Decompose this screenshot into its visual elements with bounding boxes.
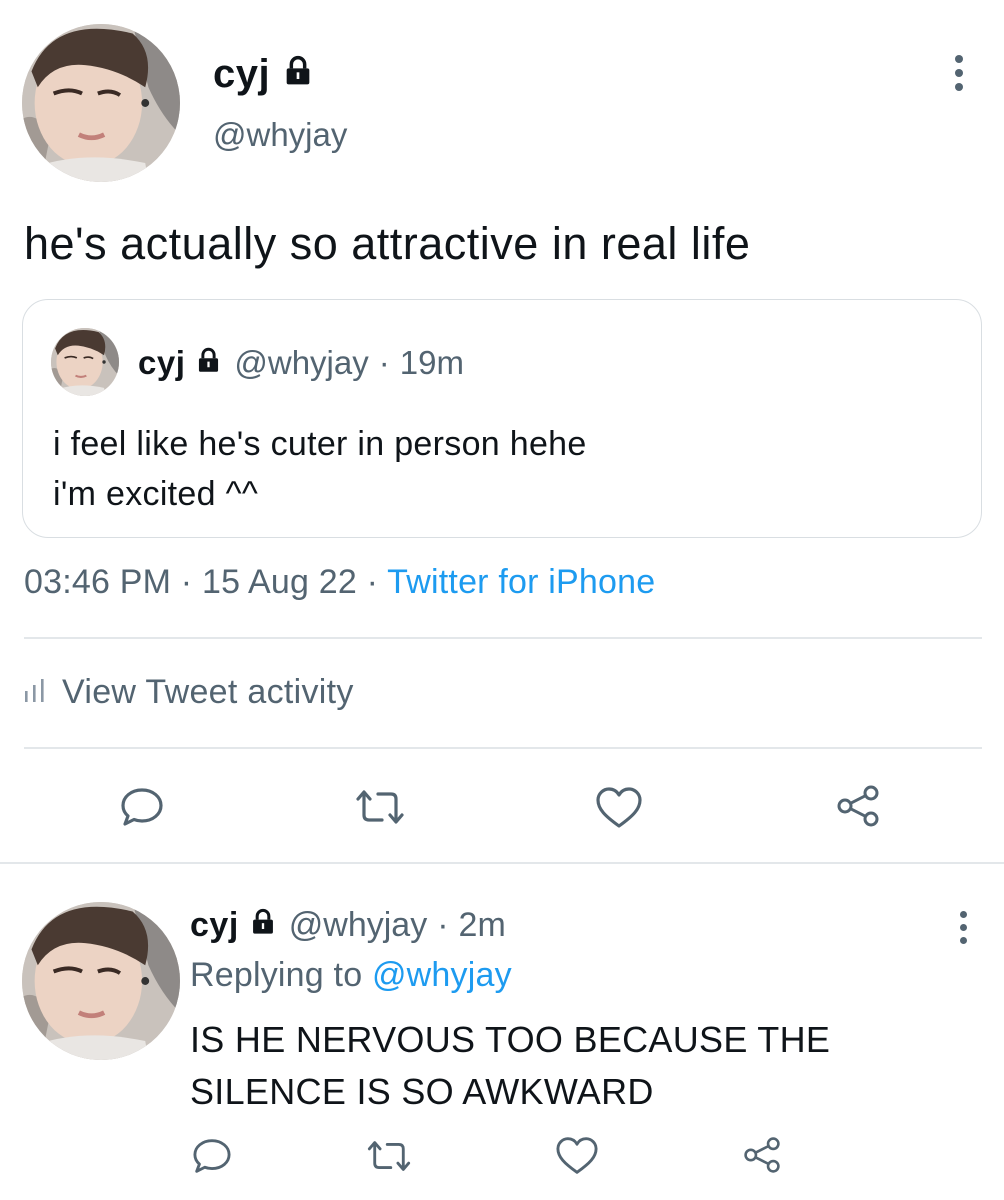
reply-reply-button[interactable]	[190, 1136, 234, 1176]
author-handle[interactable]: @whyjay	[213, 116, 347, 154]
replying-to-mention[interactable]: @whyjay	[372, 956, 512, 994]
separator: ·	[366, 563, 379, 601]
tweet-meta: 03:46 PM · 15 Aug 22 · Twitter for iPhon…	[24, 563, 655, 602]
reply-text-line-1: IS HE NERVOUS TOO BECAUSE THE	[190, 1019, 831, 1060]
lock-icon	[195, 344, 222, 382]
author-avatar[interactable]	[22, 24, 180, 182]
retweet-icon	[356, 790, 404, 824]
more-options-button[interactable]	[955, 55, 963, 91]
view-tweet-activity-link[interactable]: View Tweet activity	[24, 673, 354, 712]
replying-to-prefix: Replying to	[190, 956, 363, 994]
reply-author-avatar[interactable]	[22, 902, 180, 1060]
tweet-source-link[interactable]: Twitter for iPhone	[387, 563, 655, 601]
lock-icon	[282, 52, 314, 97]
author-display-name[interactable]: cyj	[213, 52, 270, 97]
reply-author-name[interactable]: cyj	[190, 906, 239, 945]
lock-icon	[249, 906, 277, 945]
reply-author-avatar-image	[22, 902, 180, 1060]
divider	[24, 637, 982, 639]
quoted-tweet-age: 19m	[399, 344, 464, 381]
separator: ·	[180, 563, 193, 601]
like-button[interactable]	[594, 785, 644, 831]
tweet-time: 03:46 PM	[24, 563, 172, 601]
retweet-button[interactable]	[350, 785, 410, 829]
author-avatar-image	[22, 24, 180, 182]
reply-header: cyj @whyjay · 2m	[190, 906, 506, 945]
reply-like-button[interactable]	[554, 1136, 600, 1176]
author-name-row[interactable]: cyj	[213, 52, 314, 97]
quoted-author-handle: @whyjay	[234, 344, 369, 381]
quoted-tweet-line-2: i'm excited ^^	[53, 475, 259, 513]
divider	[0, 862, 1004, 864]
reply-icon	[193, 1139, 231, 1173]
bar-chart-icon	[24, 673, 46, 712]
separator: ·	[378, 344, 390, 381]
quoted-author-name: cyj	[138, 344, 186, 381]
more-vertical-icon	[960, 911, 967, 918]
divider	[24, 747, 982, 749]
like-icon	[596, 787, 642, 828]
like-icon	[556, 1137, 598, 1174]
share-button[interactable]	[833, 783, 883, 829]
reply-more-options-button[interactable]	[960, 911, 967, 944]
replying-to-line: Replying to @whyjay	[190, 956, 512, 995]
view-tweet-activity-label: View Tweet activity	[62, 673, 354, 711]
reply-text: IS HE NERVOUS TOO BECAUSE THE SILENCE IS…	[190, 1014, 950, 1118]
share-icon	[837, 785, 879, 827]
tweet-text: he's actually so attractive in real life	[24, 218, 751, 269]
tweet-date: 15 Aug 22	[201, 563, 357, 601]
reply-icon	[121, 788, 163, 826]
reply-author-handle[interactable]: @whyjay	[289, 906, 427, 945]
quoted-tweet-header: cyj @whyjay · 19m	[138, 344, 464, 382]
reply-retweet-button[interactable]	[362, 1136, 416, 1176]
quoted-author-avatar	[51, 328, 119, 396]
quoted-tweet-text: i feel like he's cuter in person hehe i'…	[53, 419, 587, 519]
reply-button[interactable]	[118, 785, 166, 829]
reply-share-button[interactable]	[740, 1134, 784, 1176]
separator: ·	[437, 906, 449, 944]
share-icon	[744, 1137, 780, 1173]
quoted-tweet-line-1: i feel like he's cuter in person hehe	[53, 425, 587, 463]
reply-text-line-2: SILENCE IS SO AWKWARD	[190, 1071, 654, 1112]
reply-age: 2m	[458, 906, 506, 944]
quoted-tweet-card[interactable]: cyj @whyjay · 19m i feel like he's cuter…	[22, 299, 982, 538]
more-vertical-icon	[955, 55, 963, 63]
retweet-icon	[367, 1141, 411, 1171]
